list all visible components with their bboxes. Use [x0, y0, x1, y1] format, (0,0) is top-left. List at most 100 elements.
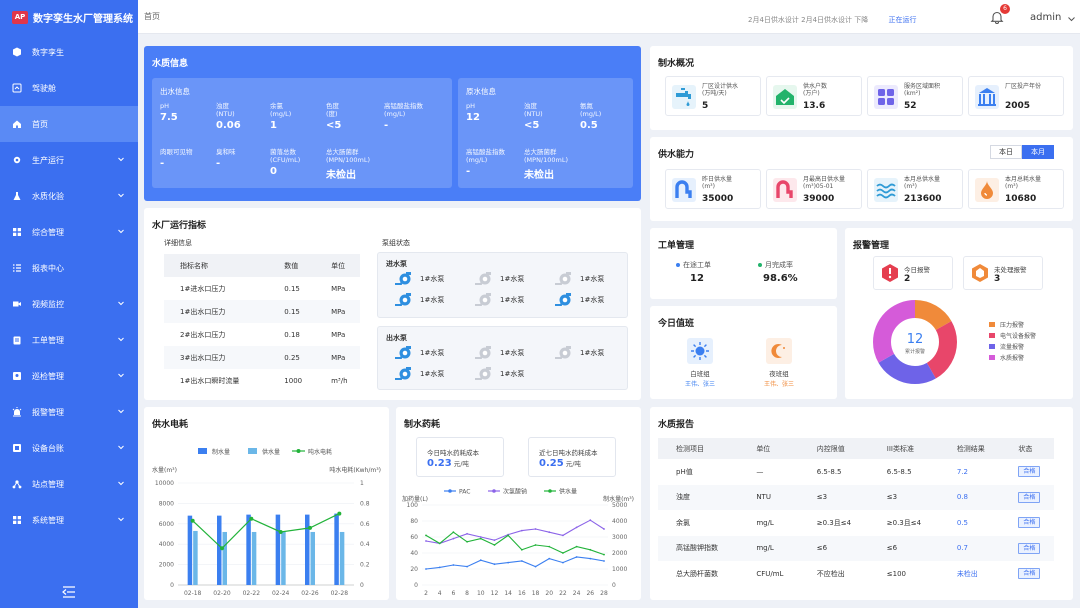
line-point[interactable]	[278, 529, 283, 534]
tab-month[interactable]: 本月	[1022, 145, 1054, 159]
line-point[interactable]	[425, 568, 427, 570]
chevron-down-icon[interactable]	[116, 478, 126, 488]
pump-6[interactable]: 1#水泵	[554, 293, 614, 307]
chevron-down-icon[interactable]	[116, 442, 126, 452]
line-point[interactable]	[507, 534, 510, 537]
sidebar-item-3[interactable]: 首页	[0, 106, 138, 142]
line-point[interactable]	[425, 540, 427, 542]
line-point[interactable]	[562, 552, 564, 554]
line-point[interactable]	[603, 553, 605, 556]
today-alarm-kpi[interactable]: 今日报警 2	[873, 256, 953, 290]
line-point[interactable]	[452, 564, 455, 566]
line-point[interactable]	[466, 540, 468, 543]
kpi-4[interactable]: 厂区投产年份 2005	[968, 76, 1064, 116]
line-point[interactable]	[466, 532, 468, 535]
line-point[interactable]	[308, 525, 312, 530]
legend-item[interactable]: 水质报警	[989, 353, 1024, 362]
bar[interactable]	[217, 515, 222, 585]
sidebar-item-2[interactable]: 驾驶舱	[0, 70, 138, 106]
line-point[interactable]	[220, 546, 224, 551]
bar[interactable]	[222, 531, 228, 585]
line-point[interactable]	[534, 565, 537, 568]
line-point[interactable]	[479, 537, 482, 540]
sidebar-item-1[interactable]: 数字孪生	[0, 34, 138, 70]
chevron-down-icon[interactable]	[1068, 17, 1075, 22]
line-point[interactable]	[507, 561, 510, 564]
line-point[interactable]	[452, 537, 455, 540]
bar[interactable]	[310, 531, 316, 585]
line-point[interactable]	[493, 539, 496, 542]
line-point[interactable]	[493, 563, 496, 566]
line-point[interactable]	[493, 544, 496, 546]
line-point[interactable]	[589, 557, 592, 560]
line-point[interactable]	[562, 561, 564, 564]
line-point[interactable]	[249, 516, 254, 521]
bar[interactable]	[305, 514, 310, 585]
legend-item[interactable]: 流量报警	[989, 342, 1024, 351]
pump-3[interactable]: 1#水泵	[554, 272, 614, 286]
collapse-sidebar-icon[interactable]	[62, 586, 76, 598]
pump-4[interactable]: 1#水泵	[394, 293, 454, 307]
chevron-down-icon[interactable]	[116, 190, 126, 200]
line-point[interactable]	[534, 528, 537, 530]
unhandled-alarm-kpi[interactable]: 未处理报警 3	[963, 256, 1043, 290]
sidebar-item-11[interactable]: 报警管理	[0, 394, 138, 430]
tab-today[interactable]: 本日	[990, 145, 1022, 159]
line-point[interactable]	[425, 534, 427, 537]
sidebar-item-4[interactable]: 生产运行	[0, 142, 138, 178]
line-point[interactable]	[438, 542, 441, 545]
chevron-down-icon[interactable]	[116, 514, 126, 524]
kpi-2[interactable]: 月最高日供水量 (m³)05-01 39000	[766, 169, 862, 209]
bar[interactable]	[281, 531, 286, 585]
line-point[interactable]	[548, 545, 551, 548]
sidebar-item-8[interactable]: 视频监控	[0, 286, 138, 322]
pump-3[interactable]: 1#水泵	[554, 346, 614, 360]
chevron-down-icon[interactable]	[116, 298, 126, 308]
line-point[interactable]	[603, 528, 605, 530]
line-point[interactable]	[438, 566, 441, 569]
line-point[interactable]	[520, 548, 523, 551]
marquee-tag[interactable]: 正在运行	[889, 16, 917, 24]
sidebar-item-6[interactable]: 综合管理	[0, 214, 138, 250]
sidebar-item-14[interactable]: 系统管理	[0, 502, 138, 538]
bar[interactable]	[246, 514, 251, 585]
pump-5[interactable]: 1#水泵	[474, 293, 534, 307]
line-point[interactable]	[520, 529, 523, 532]
kpi-1[interactable]: 昨日供水量 (m³) 35000	[665, 169, 761, 209]
chevron-down-icon[interactable]	[116, 154, 126, 164]
kpi-3[interactable]: 服务区域面积 (km²) 52	[867, 76, 963, 116]
line-point[interactable]	[575, 526, 578, 529]
sidebar-item-7[interactable]: 报表中心	[0, 250, 138, 286]
kpi-1[interactable]: 厂区设计供水 (万吨/天) 5	[665, 76, 761, 116]
line-point[interactable]	[589, 548, 592, 551]
pump-4[interactable]: 1#水泵	[394, 367, 454, 381]
bar[interactable]	[275, 514, 281, 585]
bar[interactable]	[339, 531, 345, 585]
bar[interactable]	[187, 515, 193, 585]
chevron-down-icon[interactable]	[116, 226, 126, 236]
line-point[interactable]	[575, 556, 578, 558]
user-menu[interactable]: admin	[1030, 12, 1061, 23]
line-point[interactable]	[466, 565, 468, 568]
sidebar-item-10[interactable]: 巡检管理	[0, 358, 138, 394]
line-point[interactable]	[479, 559, 482, 562]
kpi-4[interactable]: 本月总耗水量 (m³) 10680	[968, 169, 1064, 209]
sidebar-item-5[interactable]: 水质化验	[0, 178, 138, 214]
line-point[interactable]	[589, 519, 592, 522]
legend-item[interactable]: 电气设备报警	[989, 331, 1036, 340]
line-point[interactable]	[562, 534, 564, 537]
pump-1[interactable]: 1#水泵	[394, 272, 454, 286]
kpi-3[interactable]: 本月总供水量 (m³) 213600	[867, 169, 963, 209]
pump-1[interactable]: 1#水泵	[394, 346, 454, 360]
app-logo[interactable]: AP 数字孪生水厂管理系统	[0, 0, 138, 34]
sidebar-item-12[interactable]: 设备台账	[0, 430, 138, 466]
sidebar-item-13[interactable]: 站点管理	[0, 466, 138, 502]
line-point[interactable]	[548, 531, 551, 534]
bar[interactable]	[334, 513, 339, 585]
chevron-down-icon[interactable]	[116, 334, 126, 344]
breadcrumb[interactable]: 首页	[144, 11, 160, 22]
chevron-down-icon[interactable]	[116, 406, 126, 416]
chevron-down-icon[interactable]	[116, 370, 126, 380]
line-point[interactable]	[548, 557, 551, 560]
sidebar-item-9[interactable]: 工单管理	[0, 322, 138, 358]
